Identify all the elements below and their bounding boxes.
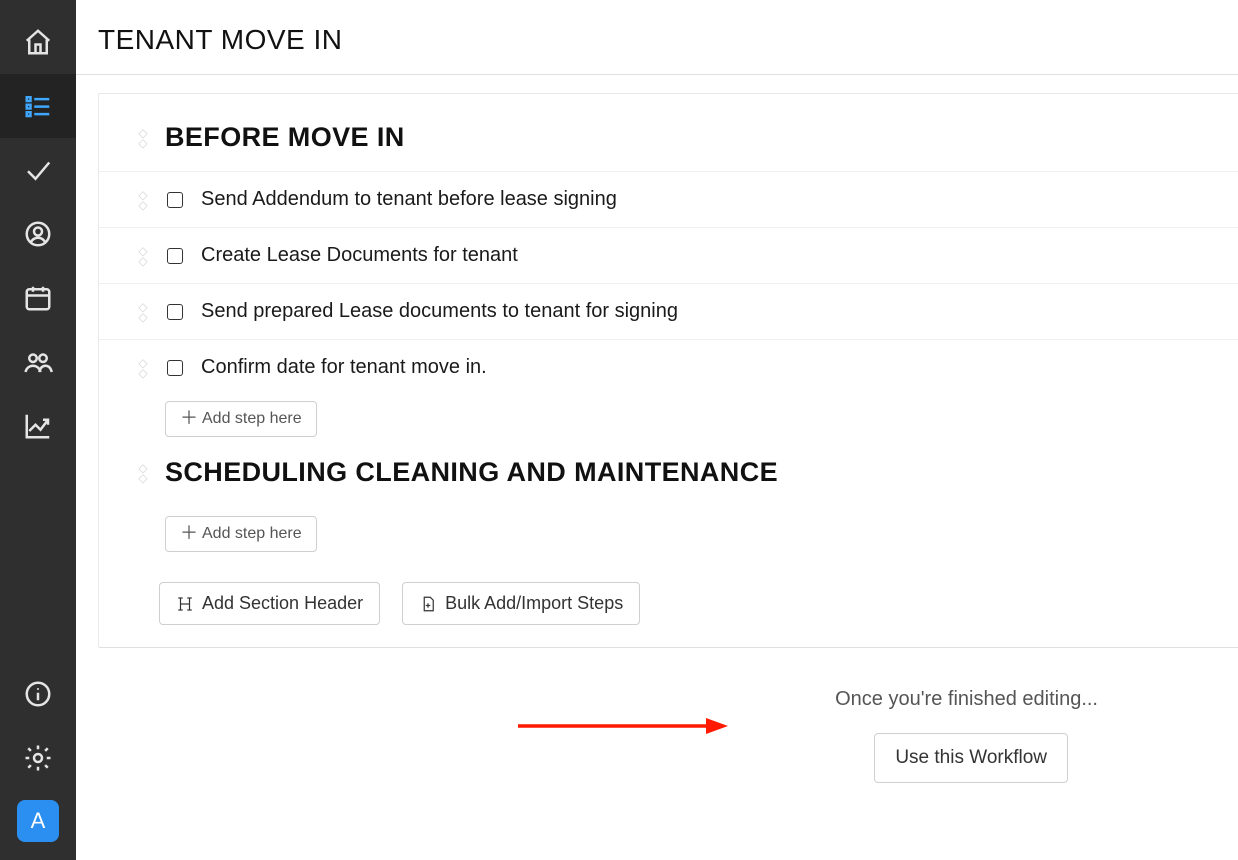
section-header-title: BEFORE MOVE IN xyxy=(165,122,405,153)
use-this-workflow-label: Use this Workflow xyxy=(895,747,1047,769)
workflow-step-row[interactable]: ◇◇ Create Lease Documents for tenant xyxy=(99,228,1238,284)
main-area: TENANT MOVE IN ◇◇ BEFORE MOVE IN ◇◇ Send… xyxy=(76,0,1238,860)
nav-home[interactable] xyxy=(0,10,76,74)
info-icon xyxy=(23,679,53,709)
section-header-title: SCHEDULING CLEANING AND MAINTENANCE xyxy=(165,457,778,488)
nav-team[interactable] xyxy=(0,330,76,394)
user-icon xyxy=(23,219,53,249)
nav-info[interactable] xyxy=(0,662,76,726)
step-text: Confirm date for tenant move in. xyxy=(201,356,487,379)
chart-icon xyxy=(23,411,53,441)
workflow-card: ◇◇ BEFORE MOVE IN ◇◇ Send Addendum to te… xyxy=(98,93,1238,648)
add-step-label: Add step here xyxy=(202,410,302,428)
step-checkbox[interactable] xyxy=(167,304,183,320)
add-step-label: Add step here xyxy=(202,525,302,543)
finish-editing-text: Once you're finished editing... xyxy=(76,688,1098,711)
drag-handle-icon[interactable]: ◇◇ xyxy=(133,358,153,378)
add-section-header-button[interactable]: Add Section Header xyxy=(159,582,380,625)
card-footer-buttons: Add Section Header Bulk Add/Import Steps xyxy=(99,572,1238,625)
arrow-annotation-icon xyxy=(518,714,728,738)
step-text: Send prepared Lease documents to tenant … xyxy=(201,300,678,323)
calendar-icon xyxy=(23,283,53,313)
nav-workflows[interactable] xyxy=(0,74,76,138)
app-sidebar: A xyxy=(0,0,76,860)
heading-icon xyxy=(176,595,194,613)
workflow-step-row[interactable]: ◇◇ Send Addendum to tenant before lease … xyxy=(99,172,1238,228)
drag-handle-icon[interactable]: ◇◇ xyxy=(133,128,153,148)
check-icon xyxy=(23,155,53,185)
use-this-workflow-button[interactable]: Use this Workflow xyxy=(874,733,1068,783)
nav-tasks[interactable] xyxy=(0,138,76,202)
workflow-step-row[interactable]: ◇◇ Send prepared Lease documents to tena… xyxy=(99,284,1238,340)
finish-area: Once you're finished editing... Use this… xyxy=(76,648,1238,813)
step-list: ◇◇ Send Addendum to tenant before lease … xyxy=(99,171,1238,395)
nav-reports[interactable] xyxy=(0,394,76,458)
step-checkbox[interactable] xyxy=(167,248,183,264)
section-header-row[interactable]: ◇◇ BEFORE MOVE IN xyxy=(99,122,1238,163)
document-plus-icon xyxy=(419,595,437,613)
workflow-step-row[interactable]: ◇◇ Confirm date for tenant move in. xyxy=(99,340,1238,395)
step-checkbox[interactable] xyxy=(167,360,183,376)
section-header-row[interactable]: ◇◇ SCHEDULING CLEANING AND MAINTENANCE xyxy=(99,457,1238,498)
drag-handle-icon[interactable]: ◇◇ xyxy=(133,190,153,210)
bulk-add-import-label: Bulk Add/Import Steps xyxy=(445,593,623,614)
add-section-header-label: Add Section Header xyxy=(202,593,363,614)
nav-settings[interactable] xyxy=(0,726,76,790)
nav-calendar[interactable] xyxy=(0,266,76,330)
list-icon xyxy=(23,91,53,121)
step-text: Send Addendum to tenant before lease sig… xyxy=(201,188,617,211)
drag-handle-icon[interactable]: ◇◇ xyxy=(133,302,153,322)
step-text: Create Lease Documents for tenant xyxy=(201,244,518,267)
add-step-button[interactable]: ＋ Add step here xyxy=(165,401,317,437)
home-icon xyxy=(23,27,53,57)
nav-contacts[interactable] xyxy=(0,202,76,266)
bulk-add-import-button[interactable]: Bulk Add/Import Steps xyxy=(402,582,640,625)
avatar[interactable]: A xyxy=(17,800,59,842)
content-wrap: ◇◇ BEFORE MOVE IN ◇◇ Send Addendum to te… xyxy=(76,75,1238,860)
gear-icon xyxy=(23,743,53,773)
drag-handle-icon[interactable]: ◇◇ xyxy=(133,463,153,483)
people-icon xyxy=(23,347,53,377)
step-checkbox[interactable] xyxy=(167,192,183,208)
add-step-button[interactable]: ＋ Add step here xyxy=(165,516,317,552)
drag-handle-icon[interactable]: ◇◇ xyxy=(133,246,153,266)
page-title: TENANT MOVE IN xyxy=(76,0,1238,75)
